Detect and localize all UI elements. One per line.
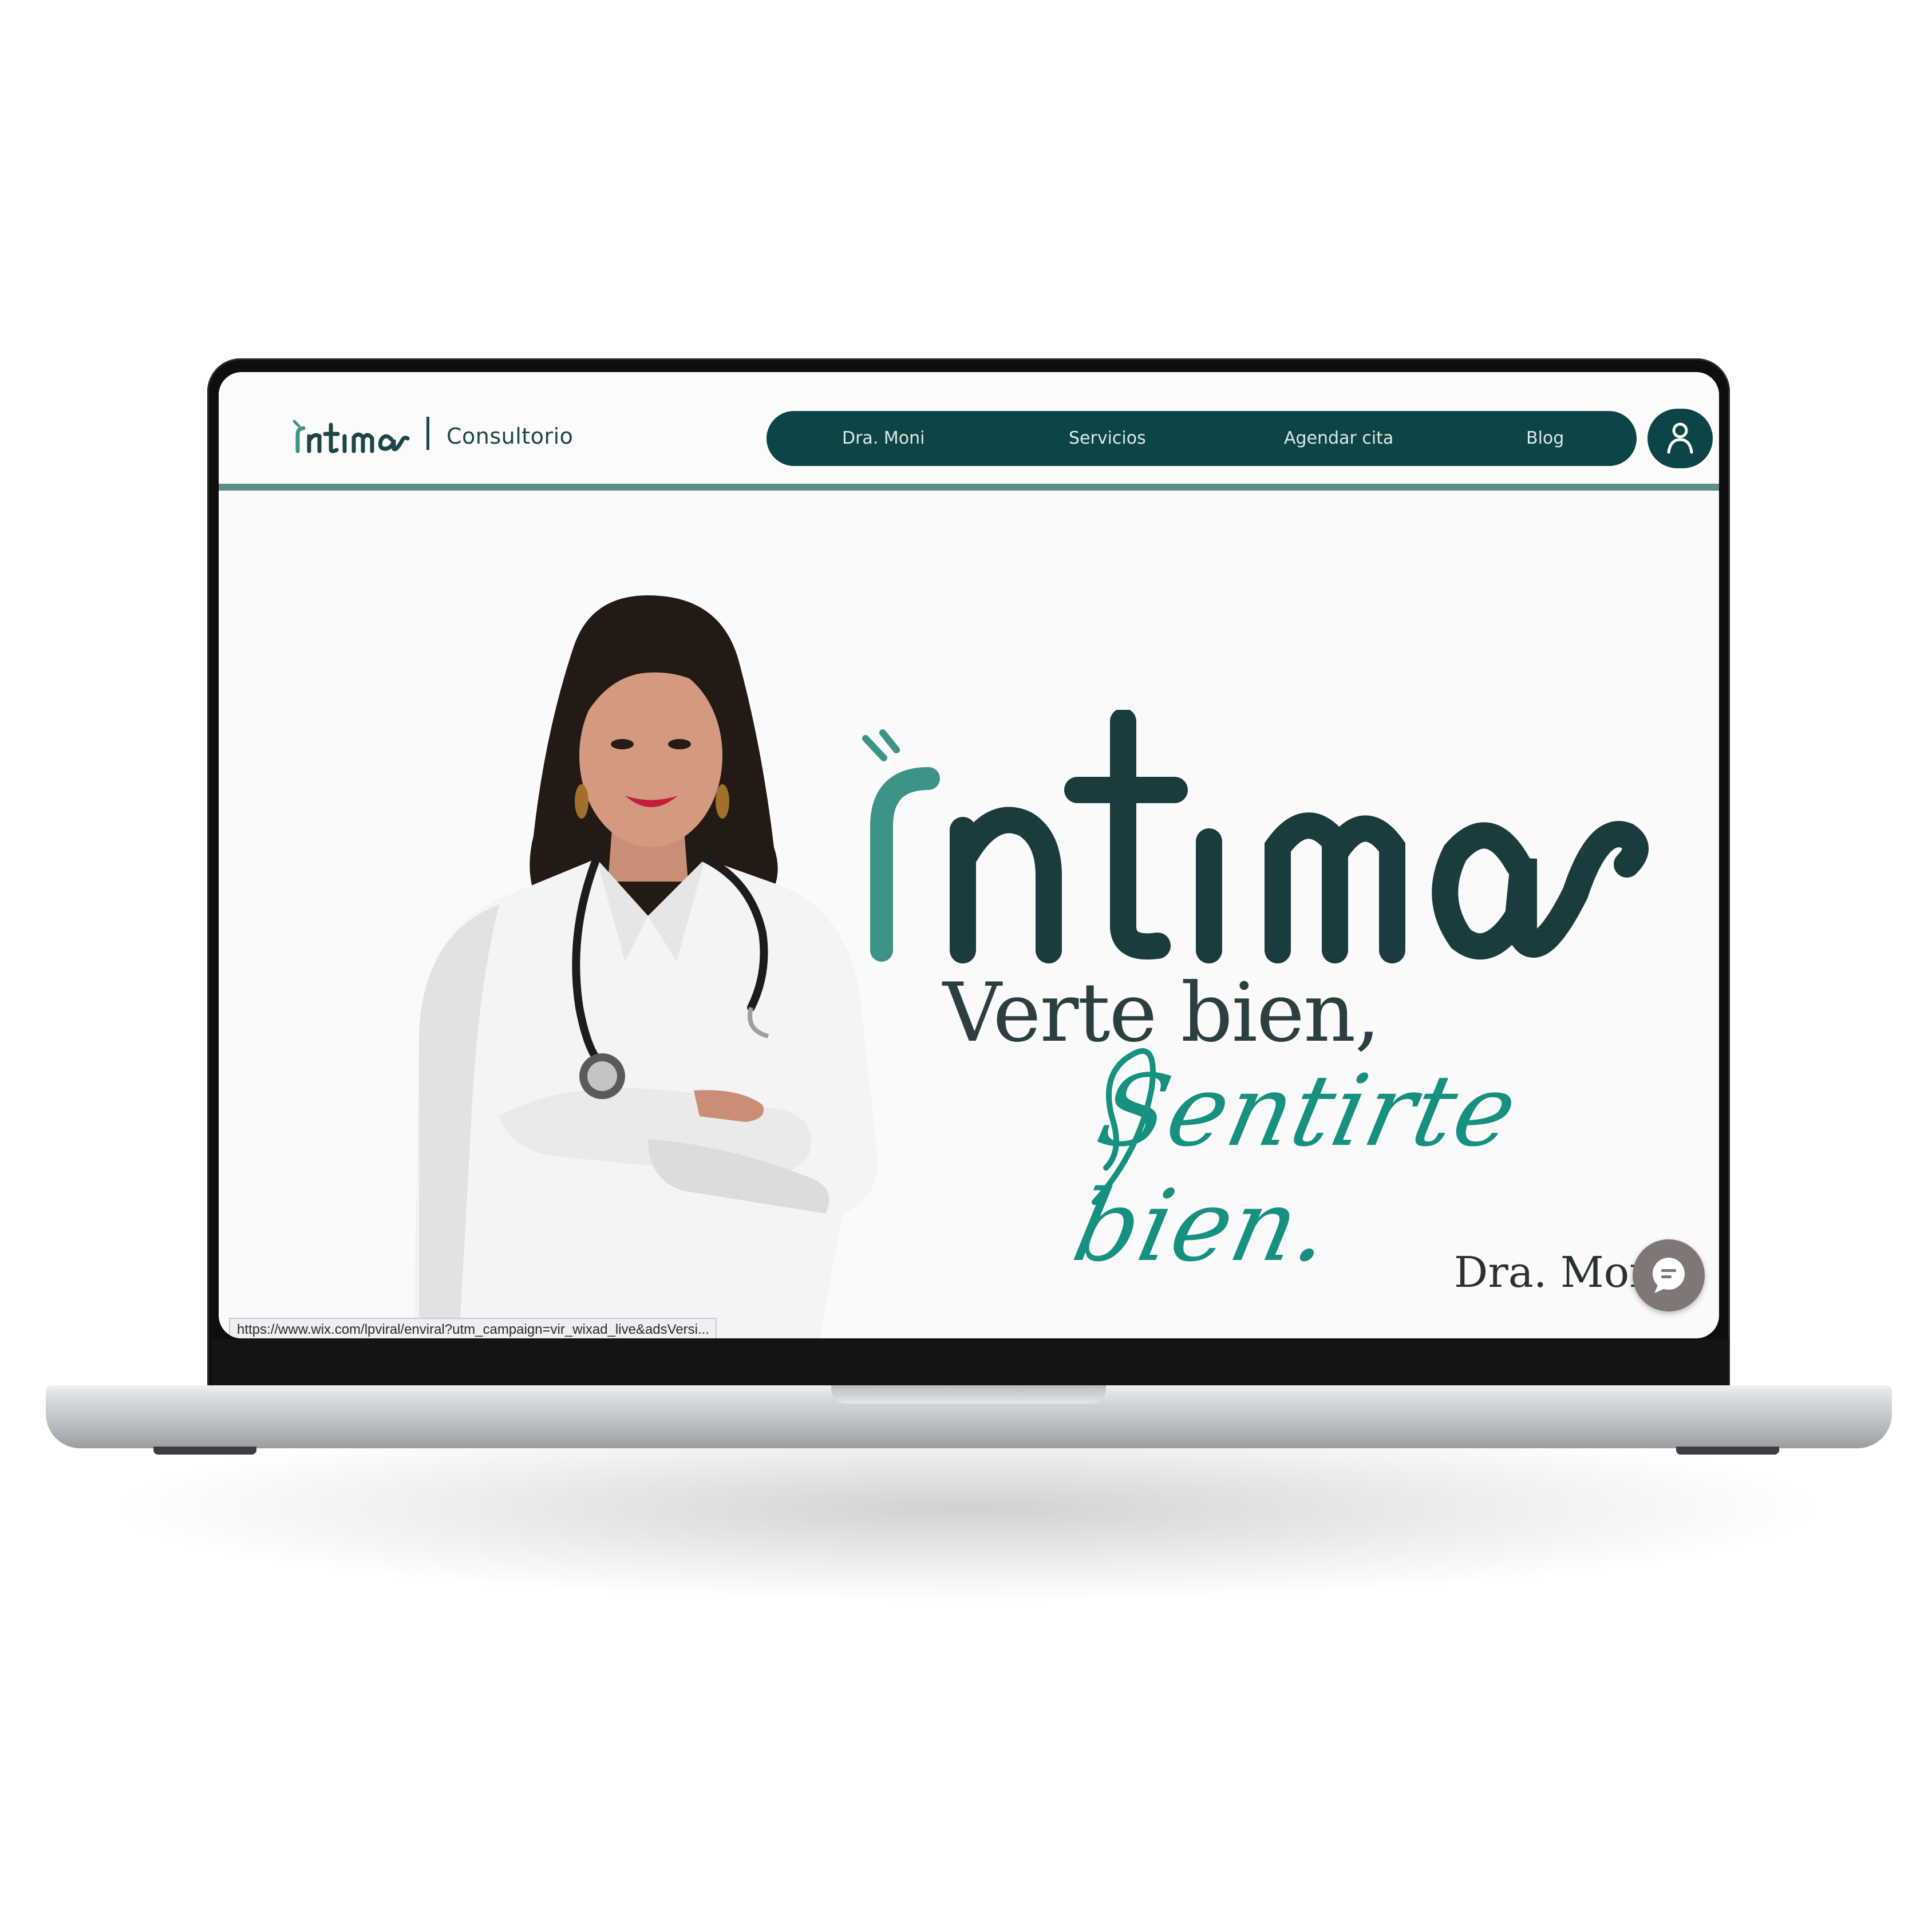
user-icon (1667, 422, 1693, 454)
nav-item-servicios[interactable]: Servicios (1069, 411, 1146, 466)
intima-logo-small[interactable]: intima (290, 412, 410, 458)
nav-item-blog[interactable]: Blog (1526, 411, 1564, 466)
doctor-portrait-image (413, 595, 878, 1338)
main-nav: Dra. Moni Servicios Agendar cita Blog (767, 411, 1637, 466)
site-header: intima Consultorio Dra. Moni Servicios A… (219, 372, 1719, 491)
nav-item-agendar-cita[interactable]: Agendar cita (1284, 411, 1393, 466)
logo-subtitle: Consultorio (447, 424, 574, 449)
laptop-foot-right (1676, 1447, 1779, 1455)
intima-hero-logo: intima (862, 710, 1649, 963)
laptop-foot-left (153, 1447, 256, 1455)
chat-button[interactable] (1633, 1239, 1705, 1311)
laptop-chin (212, 1340, 1729, 1388)
browser-viewport: intima Consultorio Dra. Moni Servicios A… (219, 372, 1719, 1338)
laptop-opening-notch (831, 1385, 1106, 1404)
account-button[interactable] (1647, 409, 1713, 468)
nav-item-dra-moni[interactable]: Dra. Moni (842, 411, 924, 466)
header-divider (219, 484, 1719, 491)
logo-separator (426, 417, 429, 450)
chat-bubble-icon (1653, 1258, 1685, 1293)
browser-status-url: https://www.wix.com/lpviral/enviral?utm_… (229, 1318, 717, 1338)
